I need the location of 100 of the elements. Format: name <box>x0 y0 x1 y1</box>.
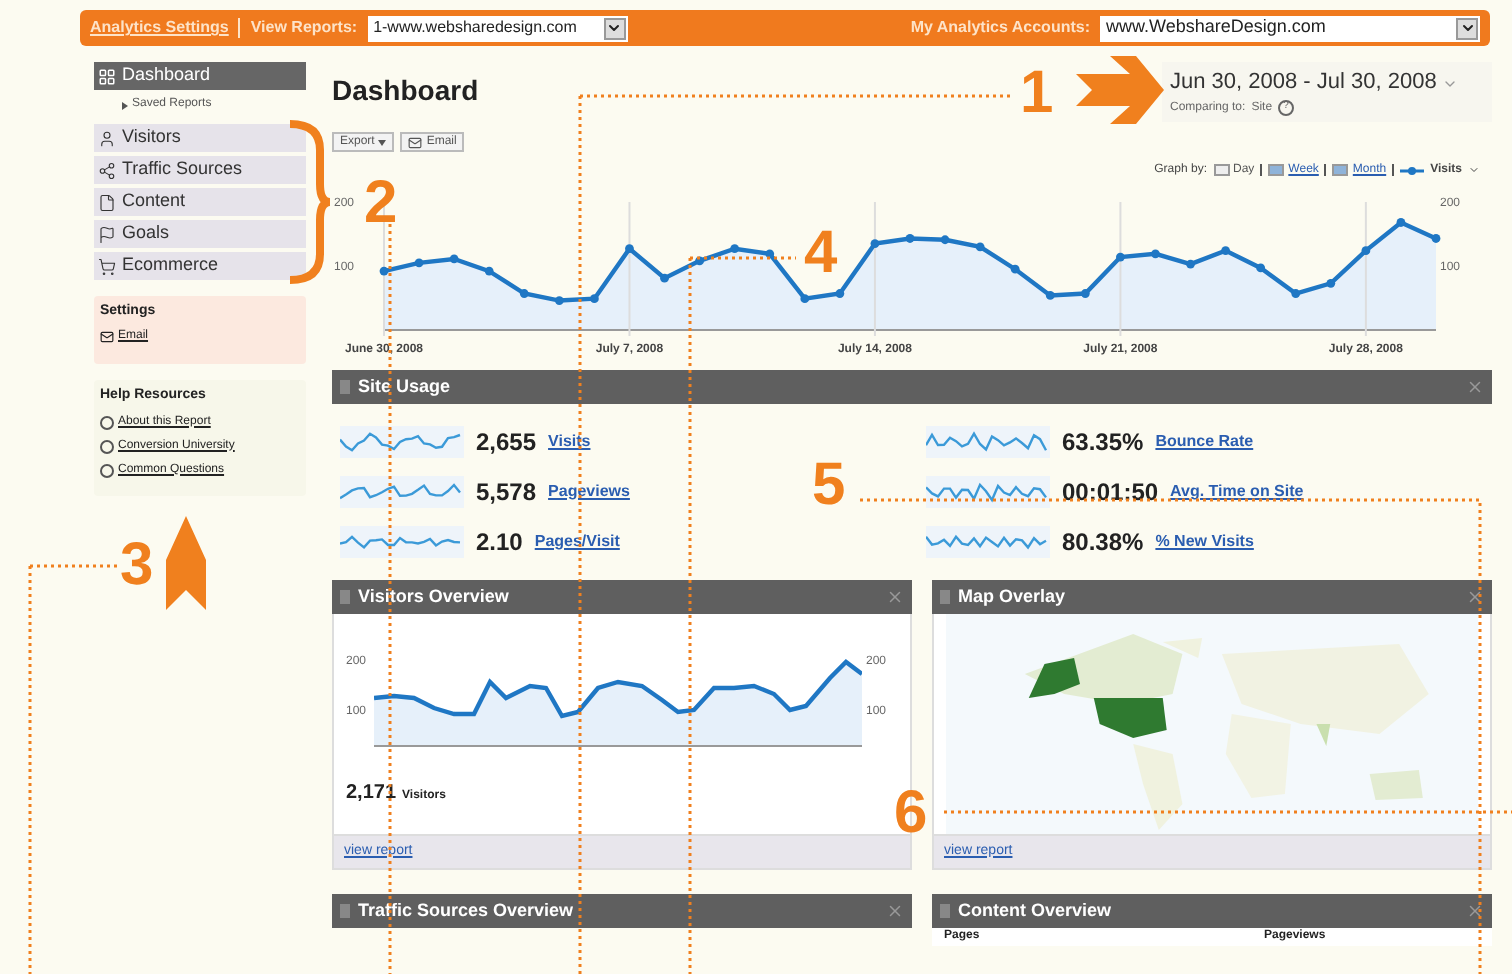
calendar-icon <box>1332 164 1349 176</box>
data-point <box>940 235 950 245</box>
drag-handle-icon[interactable] <box>340 380 350 394</box>
annotation-number: 5 <box>812 456 846 516</box>
annotation-number: 3 <box>120 536 154 596</box>
metric-link[interactable]: Avg. Time on Site <box>1170 479 1304 503</box>
annotation-number: 4 <box>804 224 838 284</box>
data-point <box>484 266 494 276</box>
sparkline <box>340 525 464 557</box>
triangle-icon <box>122 101 128 109</box>
panel-title: Content Overview <box>958 897 1114 924</box>
share-icon <box>98 161 116 179</box>
flag-icon <box>98 225 116 243</box>
data-point <box>1186 259 1195 269</box>
data-point <box>1326 278 1336 288</box>
sparkline <box>340 425 464 457</box>
data-point <box>835 289 845 298</box>
close-icon[interactable] <box>1466 378 1484 396</box>
data-point <box>1045 291 1055 300</box>
data-point <box>1361 246 1371 256</box>
data-point <box>1010 264 1020 274</box>
nav-section[interactable]: Traffic Sources <box>94 156 306 184</box>
nav-section[interactable]: Goals <box>94 220 306 248</box>
visitors-total: 2,171 <box>346 780 397 808</box>
metric-value: 80.38% <box>1062 525 1144 559</box>
metric-link[interactable]: Pageviews <box>548 479 630 503</box>
data-point <box>1080 289 1090 298</box>
dropdown-caret-icon <box>603 17 626 39</box>
data-point <box>625 244 634 254</box>
data-point <box>1116 252 1125 262</box>
data-point <box>554 296 564 305</box>
metric-link[interactable]: Pages/Visit <box>534 529 620 553</box>
view-reports-dropdown[interactable]: 1-www.websharedesign.com <box>367 15 628 41</box>
data-point <box>870 239 880 248</box>
data-point <box>660 273 669 283</box>
panel-title: Visitors Overview <box>358 583 511 610</box>
metric-link[interactable]: % New Visits <box>1155 529 1254 553</box>
calendar-icon <box>1213 164 1229 176</box>
data-point <box>519 289 529 298</box>
drag-handle-icon[interactable] <box>340 590 350 604</box>
annotation-number: 6 <box>894 784 928 844</box>
close-icon[interactable] <box>1466 902 1484 920</box>
date-range: Jun 30, 2008 - Jul 30, 2008 <box>1170 68 1437 98</box>
metric-value: 2,655 <box>476 425 537 459</box>
data-point <box>590 294 599 304</box>
accounts-dropdown[interactable]: www.WebshareDesign.com <box>1100 15 1480 41</box>
file-icon <box>98 193 116 211</box>
close-icon[interactable] <box>886 902 904 920</box>
annotation-number: 1 <box>1020 64 1054 124</box>
calendar-icon <box>1268 164 1285 176</box>
data-point <box>800 294 810 304</box>
arrow-icon <box>166 516 206 610</box>
grid-icon <box>98 67 116 85</box>
panel-title: Site Usage <box>358 373 453 400</box>
mail-icon <box>408 135 423 149</box>
cart-icon <box>98 257 116 275</box>
close-icon[interactable] <box>1466 588 1484 606</box>
nav-item[interactable]: Dashboard <box>94 62 306 90</box>
dropdown-caret-icon <box>1456 17 1478 39</box>
nav-section[interactable]: Visitors <box>94 124 306 152</box>
drag-handle-icon[interactable] <box>940 590 950 604</box>
metric-value: 2.10 <box>476 525 523 559</box>
view-reports-label: View Reports: <box>250 16 358 40</box>
panel-title: Map Overlay <box>958 583 1068 610</box>
data-point <box>975 242 985 252</box>
caret-icon <box>1442 76 1459 92</box>
drag-handle-icon[interactable] <box>340 904 350 918</box>
brace-icon <box>289 120 334 284</box>
mail-icon <box>100 329 114 343</box>
data-point <box>905 234 915 243</box>
data-point <box>1291 289 1301 298</box>
metric-link[interactable]: Visits <box>548 429 591 453</box>
arrow-icon <box>1076 56 1164 124</box>
nav-section[interactable]: Ecommerce <box>94 252 306 280</box>
metric-value: 5,578 <box>476 475 537 509</box>
nav-section[interactable]: Content <box>94 188 306 216</box>
user-icon <box>98 129 116 147</box>
metric-value: 00:01:50 <box>1062 475 1159 509</box>
sparkline <box>926 425 1050 457</box>
data-point <box>1431 234 1441 243</box>
data-point <box>730 244 740 254</box>
data-point <box>414 258 424 268</box>
accounts-label: My Analytics Accounts: <box>910 16 1090 40</box>
data-point <box>1221 246 1230 256</box>
metric-link[interactable]: Bounce Rate <box>1155 429 1254 453</box>
data-point <box>1396 218 1406 227</box>
data-point <box>695 256 704 266</box>
close-icon[interactable] <box>886 588 904 606</box>
annotation-number: 2 <box>364 174 398 234</box>
sparkline <box>340 475 464 507</box>
caret-icon <box>1468 164 1480 176</box>
data-point <box>1151 249 1160 259</box>
data-point <box>449 254 459 264</box>
legend-line-icon <box>1400 165 1425 175</box>
metric-value: 63.35% <box>1062 425 1144 459</box>
sparkline <box>926 475 1050 507</box>
drag-handle-icon[interactable] <box>940 904 950 918</box>
data-point <box>765 249 775 259</box>
data-point <box>379 266 389 276</box>
data-point <box>1256 263 1266 273</box>
